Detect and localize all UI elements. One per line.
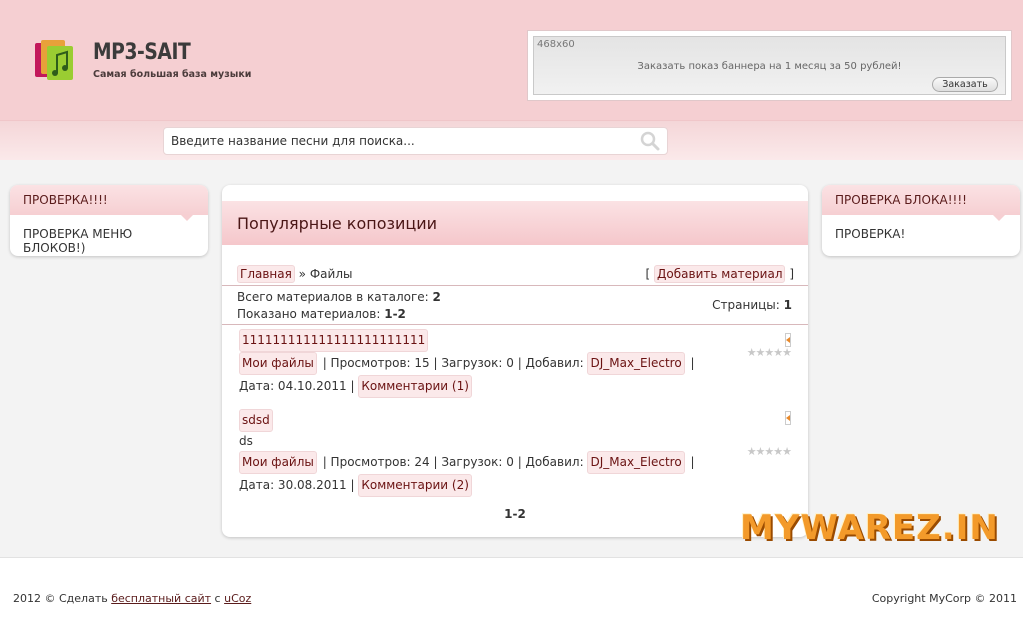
add-material-link[interactable]: Добавить материал	[654, 265, 786, 283]
entry-date: Дата: 30.08.2011 |	[239, 478, 355, 492]
entry-date: Дата: 04.10.2011 |	[239, 379, 355, 393]
add-material-wrapper: [ Добавить материал ]	[646, 265, 794, 283]
search-bar-strip	[0, 120, 1023, 160]
entry-separator: |	[690, 455, 695, 469]
entry-comments-link[interactable]: Комментарии (2)	[358, 474, 472, 497]
search-box	[163, 127, 668, 155]
site-subtitle: Самая большая база музыки	[93, 69, 252, 80]
rating-stars-icon[interactable]: ★★★★★	[747, 442, 792, 461]
order-banner-button[interactable]: Заказать	[932, 77, 998, 92]
breadcrumb-current: Файлы	[309, 267, 353, 281]
entry-author-link[interactable]: DJ_Max_Electro	[587, 352, 685, 375]
right-block-body: ПРОВЕРКА!	[835, 227, 906, 241]
site-footer: 2012 © Сделать бесплатный сайт с uCoz Co…	[0, 557, 1023, 622]
entry-date-row: Дата: 30.08.2011 | Комментарии (2)	[239, 474, 794, 497]
entry-stats: | Просмотров: 24 | Загрузок: 0 | Добавил…	[322, 455, 584, 469]
list-item: 111111111111111111111111 Мои файлы | Про…	[239, 329, 794, 398]
bracket-open: [	[645, 267, 651, 281]
entry-author-link[interactable]: DJ_Max_Electro	[587, 451, 685, 474]
footer-mid: с	[214, 592, 221, 605]
banner-panel: 468x60 Заказать показ баннера на 1 месяц…	[533, 36, 1006, 95]
entry-title-link[interactable]: 111111111111111111111111	[239, 329, 429, 352]
rating-stars-icon[interactable]: ★★★★★	[747, 343, 792, 362]
site-title[interactable]: MP3-SAIT	[93, 40, 191, 65]
divider	[222, 285, 808, 286]
total-materials: Всего материалов в каталоге: 2	[237, 290, 441, 304]
entry-category-link[interactable]: Мои файлы	[239, 352, 317, 375]
entry-category-link[interactable]: Мои файлы	[239, 451, 317, 474]
breadcrumb-separator: »	[298, 267, 307, 281]
entry-stats: | Просмотров: 15 | Загрузок: 0 | Добавил…	[322, 356, 584, 370]
pagination[interactable]: 1-2	[222, 507, 808, 521]
entry-meta: Мои файлы | Просмотров: 15 | Загрузок: 0…	[239, 352, 794, 375]
entry-description: ds	[239, 434, 253, 448]
pages-info: Страницы: 1	[712, 298, 792, 312]
page-title: Популярные копозиции	[222, 201, 808, 245]
entry-separator: |	[690, 356, 695, 370]
catalog-stats: Всего материалов в каталоге: 2 Показано …	[237, 289, 441, 323]
music-logo-icon[interactable]	[33, 37, 77, 83]
footer-prefix: 2012 © Сделать	[13, 592, 108, 605]
report-flag-icon[interactable]	[785, 411, 791, 425]
entry-meta: Мои файлы | Просмотров: 24 | Загрузок: 0…	[239, 451, 794, 474]
footer-copyright: Copyright MyCorp © 2011	[871, 592, 1017, 605]
free-site-link[interactable]: бесплатный сайт	[111, 592, 211, 605]
breadcrumb: Главная » Файлы [ Добавить материал ]	[237, 265, 794, 285]
banner-ad: 468x60 Заказать показ баннера на 1 месяц…	[527, 30, 1012, 101]
left-block-body: ПРОВЕРКА МЕНЮ БЛОКОВ!)	[23, 227, 133, 255]
site-header: MP3-SAIT Самая большая база музыки 468x6…	[0, 0, 1023, 120]
banner-size-label: 468x60	[537, 39, 575, 50]
left-block-title: ПРОВЕРКА!!!!	[10, 185, 208, 221]
left-sidebar-block: ПРОВЕРКА!!!! ПРОВЕРКА МЕНЮ БЛОКОВ!)	[10, 185, 208, 256]
right-block-title: ПРОВЕРКА БЛОКА!!!!	[822, 185, 1020, 221]
entry-title-link[interactable]: sdsd	[239, 409, 273, 432]
banner-text: Заказать показ баннера на 1 месяц за 50 …	[637, 61, 902, 72]
entry-comments-link[interactable]: Комментарии (1)	[358, 375, 472, 398]
bracket-close: ]	[789, 267, 794, 281]
right-sidebar-block: ПРОВЕРКА БЛОКА!!!! ПРОВЕРКА!	[822, 185, 1020, 256]
main-content: Популярные копозиции Главная » Файлы [ Д…	[222, 185, 808, 537]
divider	[222, 324, 808, 325]
search-input[interactable]	[171, 128, 631, 154]
shown-materials: Показано материалов: 1-2	[237, 307, 406, 321]
entry-date-row: Дата: 04.10.2011 | Комментарии (1)	[239, 375, 794, 398]
footer-credits: 2012 © Сделать бесплатный сайт с uCoz	[13, 592, 251, 605]
search-icon[interactable]	[639, 131, 661, 151]
list-item: sdsd ds Мои файлы | Просмотров: 24 | Заг…	[239, 409, 794, 497]
ucoz-link[interactable]: uCoz	[224, 592, 251, 605]
watermark-logo: MYWAREZ.IN	[740, 508, 999, 548]
breadcrumb-home-link[interactable]: Главная	[237, 265, 295, 283]
